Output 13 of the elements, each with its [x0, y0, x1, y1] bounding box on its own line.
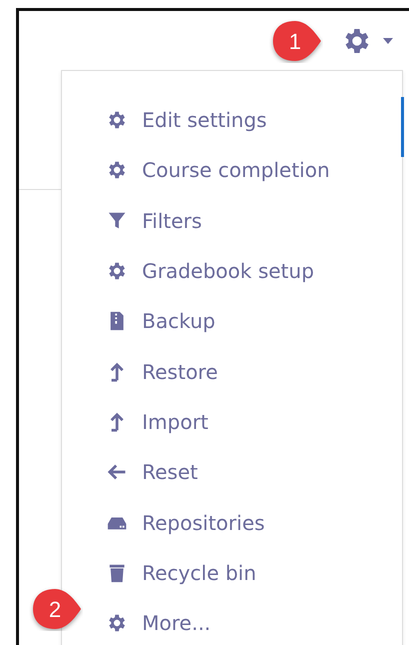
menu-item[interactable]: Reset — [106, 447, 198, 498]
caret-icon[interactable] — [383, 38, 393, 44]
menu-item[interactable]: Filters — [106, 196, 202, 246]
menu-item[interactable]: More... — [106, 598, 211, 645]
scrollbar — [401, 97, 404, 157]
menu-item[interactable]: Course completion — [106, 145, 330, 196]
menu-item[interactable]: Restore — [106, 346, 218, 397]
menu-item[interactable]: Gradebook setup — [106, 246, 314, 296]
menu-item[interactable]: Import — [106, 396, 208, 448]
menu-item[interactable]: Recycle bin — [106, 548, 256, 598]
menu-item[interactable]: Backup — [106, 296, 216, 346]
menu-item[interactable]: Repositories — [106, 497, 265, 548]
menu-item[interactable]: Edit settings — [106, 95, 267, 146]
